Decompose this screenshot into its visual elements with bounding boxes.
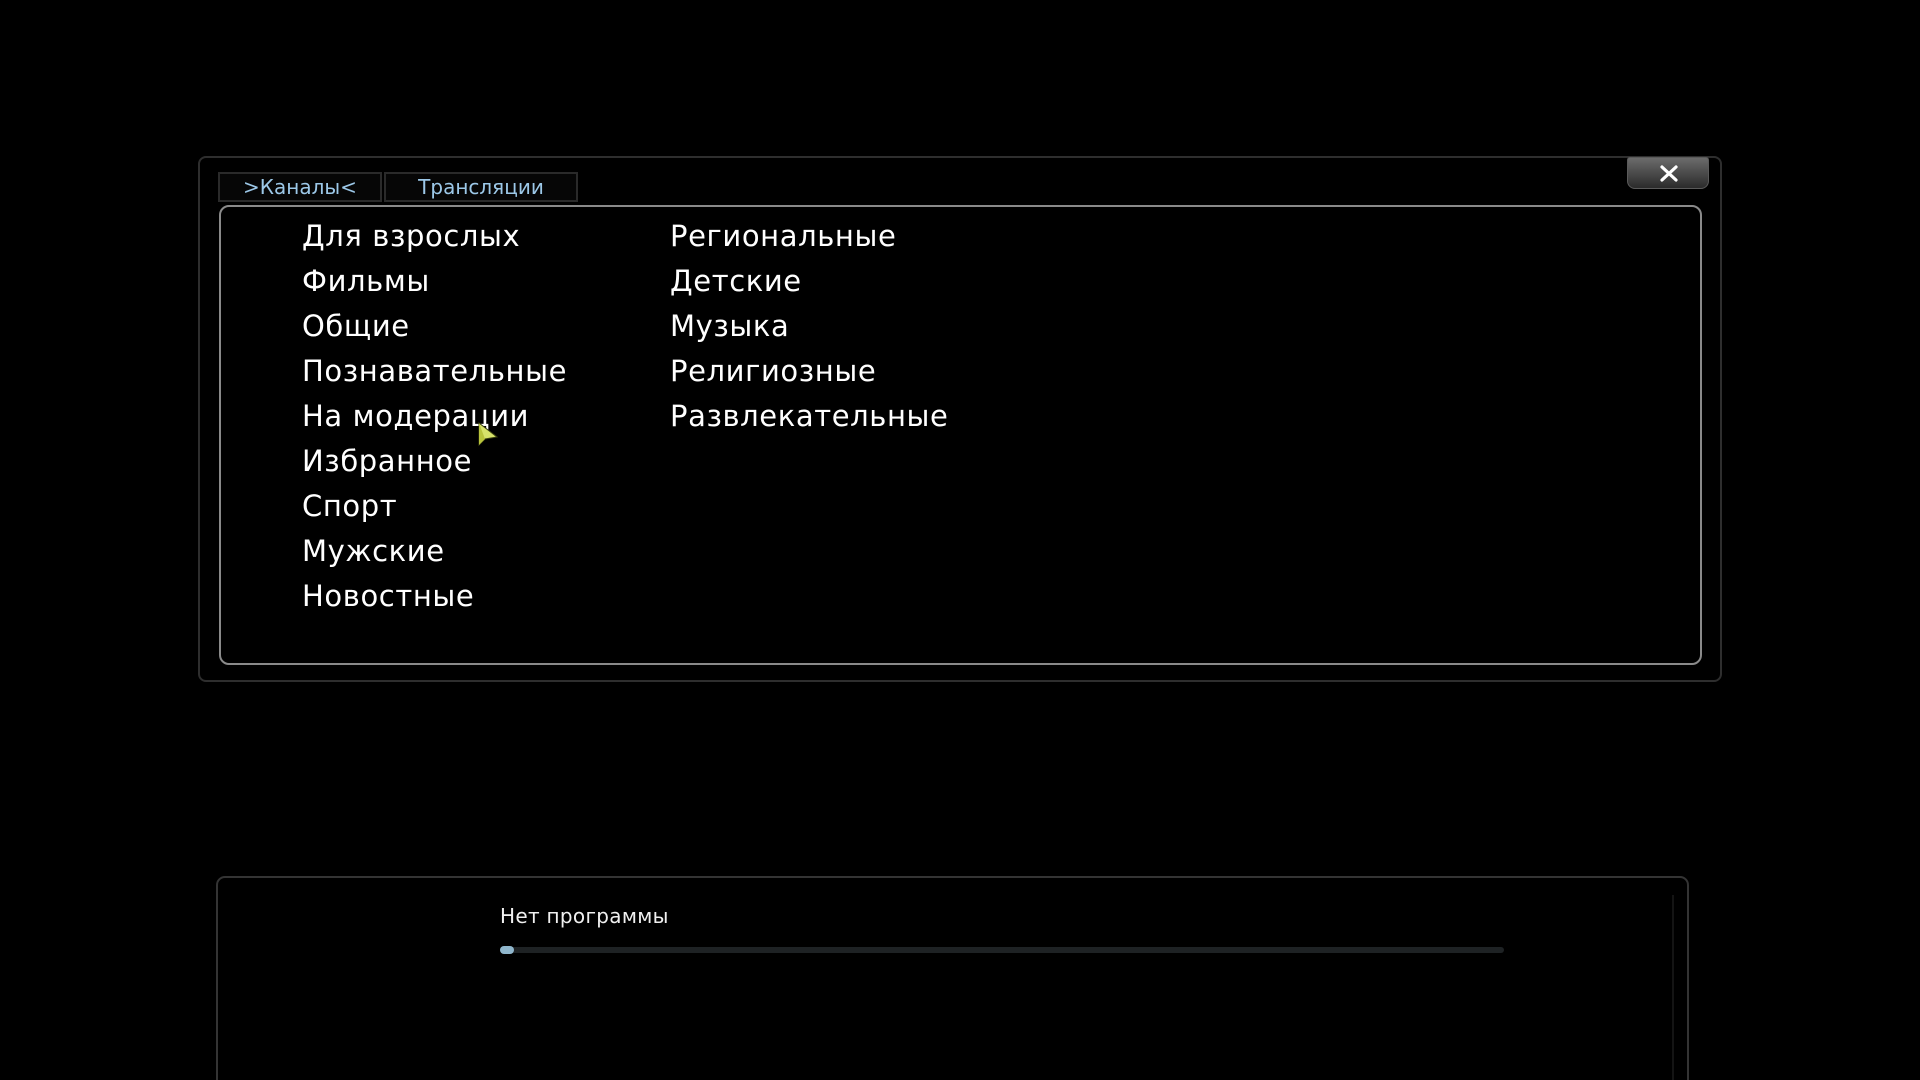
panel-divider (1672, 895, 1674, 1080)
category-item[interactable]: Развлекательные (670, 394, 949, 439)
category-item[interactable]: Познавательные (302, 349, 567, 394)
category-item[interactable]: Фильмы (302, 259, 567, 304)
program-title: Нет программы (500, 904, 669, 928)
category-item[interactable]: Для взрослых (302, 214, 567, 259)
program-progress-bar (500, 946, 1504, 954)
category-item-selected[interactable]: На модерации (302, 394, 567, 439)
category-item[interactable]: Спорт (302, 484, 567, 529)
category-column-left: Для взрослых Фильмы Общие Познавательные… (302, 207, 567, 619)
tab-broadcasts[interactable]: Трансляции (384, 172, 578, 202)
category-item[interactable]: Избранное (302, 439, 567, 484)
category-list-panel: Для взрослых Фильмы Общие Познавательные… (219, 205, 1702, 665)
category-item[interactable]: Религиозные (670, 349, 949, 394)
program-info-panel (216, 876, 1689, 1080)
category-item[interactable]: Общие (302, 304, 567, 349)
category-item[interactable]: Музыка (670, 304, 949, 349)
category-item[interactable]: Мужские (302, 529, 567, 574)
category-item[interactable]: Новостные (302, 574, 567, 619)
close-icon (1660, 165, 1678, 182)
category-item[interactable]: Региональные (670, 214, 949, 259)
program-progress-fill (500, 946, 514, 954)
tab-bar: >Каналы< Трансляции (218, 172, 578, 202)
tv-channel-browser: >Каналы< Трансляции Для взрослых Фильмы … (0, 0, 1920, 1080)
category-item[interactable]: Детские (670, 259, 949, 304)
category-column-right: Региональные Детские Музыка Религиозные … (670, 207, 949, 439)
tab-channels[interactable]: >Каналы< (218, 172, 382, 202)
close-button[interactable] (1627, 157, 1709, 189)
